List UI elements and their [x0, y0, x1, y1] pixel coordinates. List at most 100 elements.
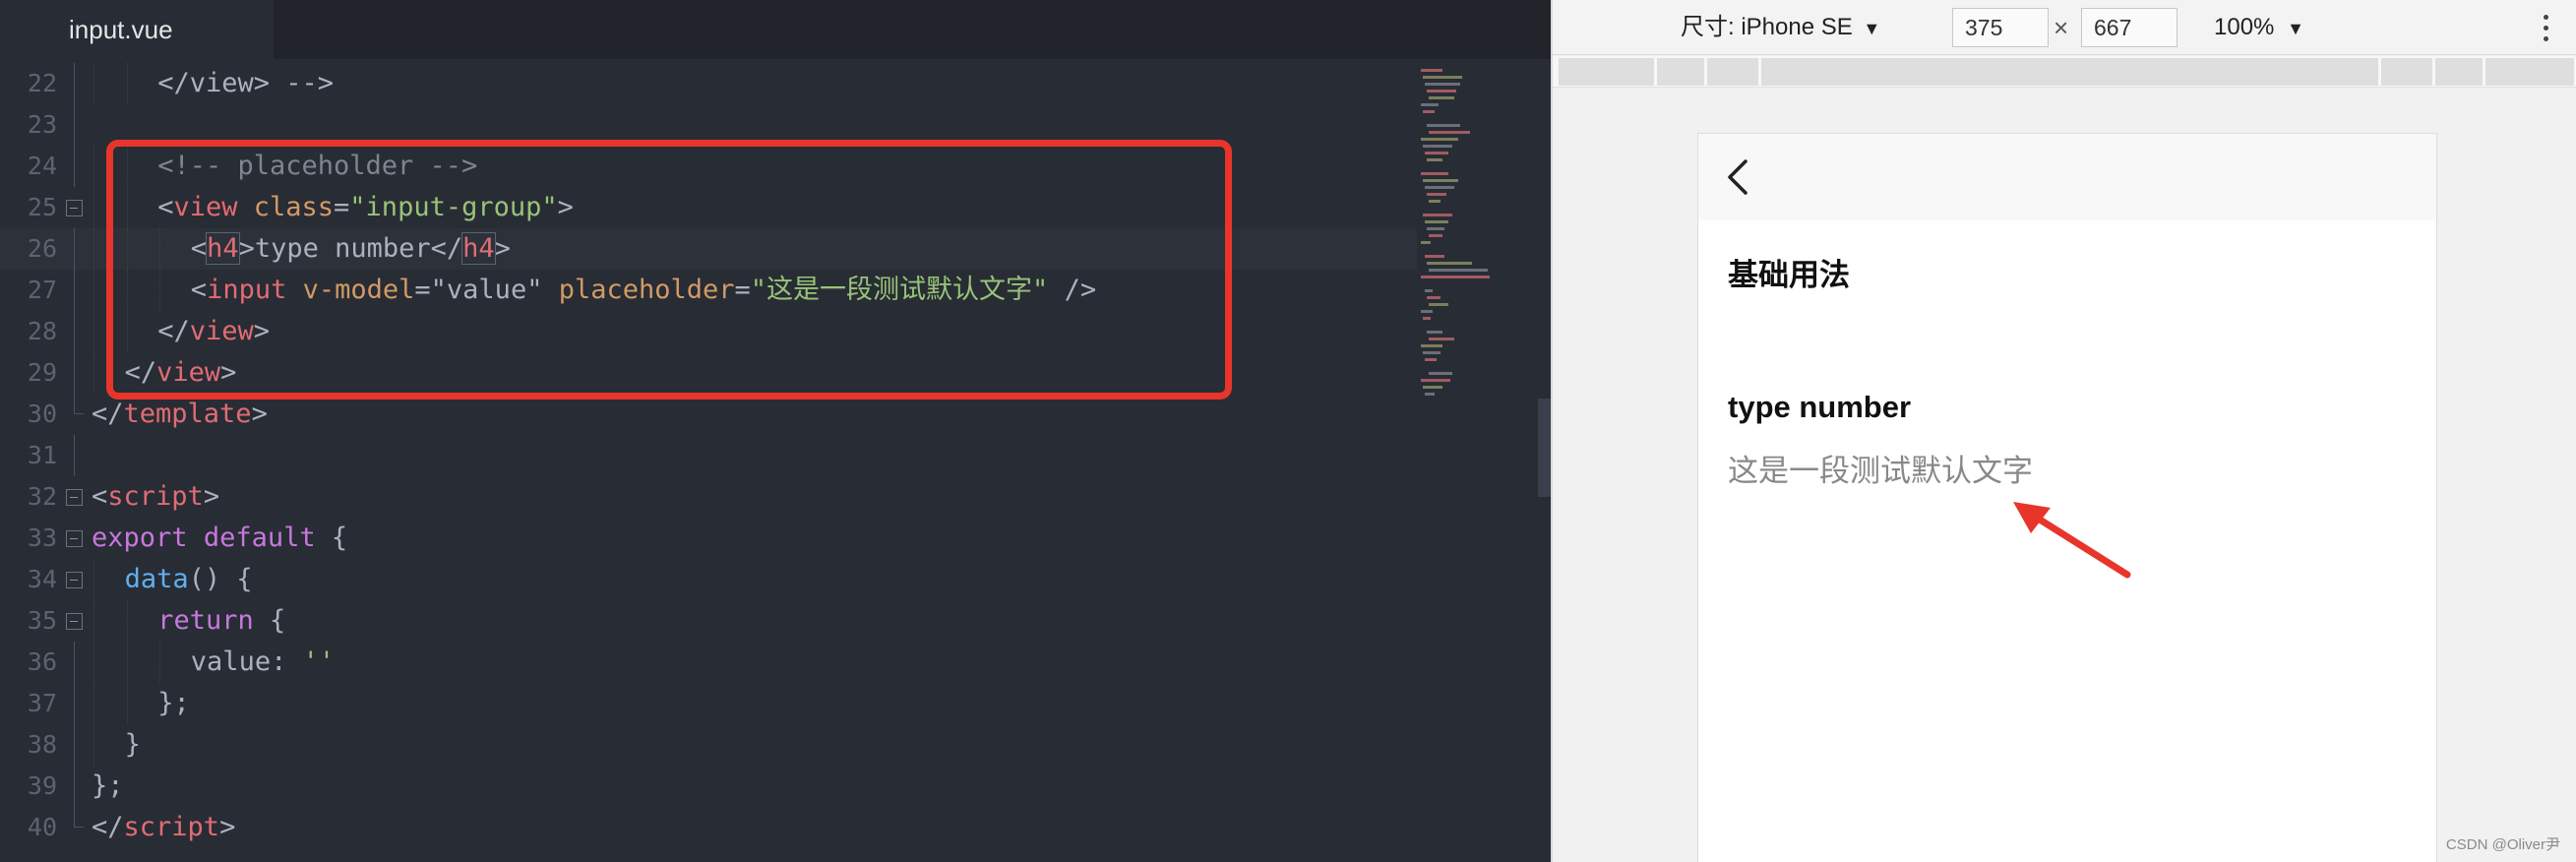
minimap-line — [1425, 152, 1448, 154]
minimap-line — [1423, 179, 1458, 182]
code-editor[interactable]: input.vue 22 </view> --> 23 24 <!-- placehol… — [0, 0, 1551, 862]
code-line[interactable]: 39}; — [0, 766, 1417, 807]
code-text: value: '' — [191, 642, 335, 683]
indent-guide — [93, 146, 94, 187]
minimap[interactable] — [1417, 59, 1551, 862]
indent-guide — [93, 600, 94, 642]
indent-guide — [93, 724, 94, 766]
code-token: template — [123, 399, 252, 429]
code-token: return — [157, 605, 254, 636]
editor-scrollbar[interactable] — [1538, 399, 1551, 497]
fold-toggle-icon[interactable] — [66, 489, 83, 506]
media-query-bar[interactable] — [1553, 56, 2576, 88]
indent-guide — [126, 642, 128, 683]
fold-guide — [74, 63, 75, 104]
simulator-panel: 尺寸: iPhone SE ▼ × 100% ▼ 基础用法 type numbe… — [1551, 0, 2576, 862]
line-number: 35 — [27, 606, 57, 635]
line-number: 30 — [27, 400, 57, 428]
indent-guide — [93, 642, 94, 683]
line-number: 31 — [27, 441, 57, 469]
fold-toggle-icon[interactable] — [66, 572, 83, 588]
fold-toggle-icon[interactable] — [66, 613, 83, 630]
minimap-line — [1427, 124, 1460, 127]
code-line[interactable]: 40 </script> — [0, 807, 1417, 848]
minimap-line — [1421, 241, 1431, 244]
indent-guide — [93, 683, 94, 724]
device-size-label: 尺寸: iPhone SE — [1681, 14, 1853, 40]
minimap-line — [1421, 276, 1490, 278]
line-number: 22 — [27, 69, 57, 97]
indent-guide — [93, 63, 94, 104]
demo-input[interactable] — [1728, 447, 2318, 496]
code-line[interactable]: 37}; — [0, 683, 1417, 724]
code-text: export default { — [92, 518, 347, 559]
code-token: { — [315, 523, 348, 553]
fold-guide — [74, 146, 75, 187]
minimap-line — [1425, 289, 1433, 292]
minimap-line — [1421, 69, 1442, 72]
times-sign: × — [2054, 13, 2069, 42]
code-token: { — [253, 605, 286, 636]
code-token: export — [92, 523, 188, 553]
zoom-label: 100% — [2214, 14, 2275, 40]
code-token: </ — [92, 399, 124, 429]
page-navbar — [1698, 134, 2436, 220]
minimap-line — [1425, 220, 1448, 223]
fold-guide — [74, 435, 75, 476]
fold-guide — [74, 807, 84, 828]
line-number: 29 — [27, 358, 57, 387]
code-token: > — [203, 481, 220, 512]
code-token: () { — [188, 564, 253, 594]
code-token: </ — [92, 812, 124, 842]
indent-guide — [126, 63, 128, 104]
device-size-dropdown[interactable]: 尺寸: iPhone SE ▼ — [1681, 0, 1880, 55]
device-width-input[interactable] — [1952, 8, 2049, 47]
line-number: 39 — [27, 771, 57, 800]
minimap-line — [1427, 158, 1442, 161]
code-line[interactable]: 34 data() { — [0, 559, 1417, 600]
minimap-line — [1429, 200, 1441, 203]
code-token: } — [124, 729, 141, 760]
fold-guide — [74, 642, 75, 683]
fold-guide — [74, 270, 75, 311]
indent-guide — [93, 352, 94, 394]
fold-toggle-icon[interactable] — [66, 530, 83, 547]
minimap-line — [1425, 393, 1435, 396]
fold-toggle-icon[interactable] — [66, 200, 83, 216]
zoom-dropdown[interactable]: 100% ▼ — [2214, 0, 2304, 55]
indent-guide — [126, 683, 128, 724]
code-token: </view> --> — [157, 68, 334, 98]
code-line[interactable]: 30 </template> — [0, 394, 1417, 435]
code-line[interactable]: 35 return { — [0, 600, 1417, 642]
code-line[interactable]: 31 — [0, 435, 1417, 476]
code-line[interactable]: 36 value: '' — [0, 642, 1417, 683]
minimap-line — [1423, 386, 1442, 389]
minimap-line — [1429, 234, 1442, 237]
minimap-line — [1421, 344, 1442, 347]
code-token: > — [251, 399, 268, 429]
code-line[interactable]: 38} — [0, 724, 1417, 766]
code-token: > — [219, 812, 236, 842]
minimap-line — [1423, 214, 1452, 216]
minimap-line — [1423, 145, 1452, 148]
code-line[interactable]: 32 <script> — [0, 476, 1417, 518]
code-token: script — [107, 481, 204, 512]
line-number: 27 — [27, 276, 57, 304]
section-title: 基础用法 — [1728, 258, 1850, 292]
code-text: return { — [157, 600, 285, 642]
minimap-line — [1423, 76, 1462, 79]
back-arrow-icon[interactable] — [1720, 157, 1755, 197]
more-options-icon[interactable] — [2537, 12, 2556, 45]
code-line[interactable]: 22 </view> --> — [0, 63, 1417, 104]
device-height-input[interactable] — [2081, 8, 2177, 47]
minimap-line — [1421, 379, 1450, 382]
fold-guide — [74, 311, 75, 352]
code-text: }; — [92, 766, 124, 807]
code-line[interactable]: 33 export default { — [0, 518, 1417, 559]
minimap-line — [1423, 351, 1441, 354]
minimap-line — [1429, 303, 1448, 306]
tab-input-vue[interactable]: input.vue — [0, 0, 274, 59]
code-token: }; — [157, 688, 190, 718]
chevron-down-icon: ▼ — [2287, 19, 2304, 38]
